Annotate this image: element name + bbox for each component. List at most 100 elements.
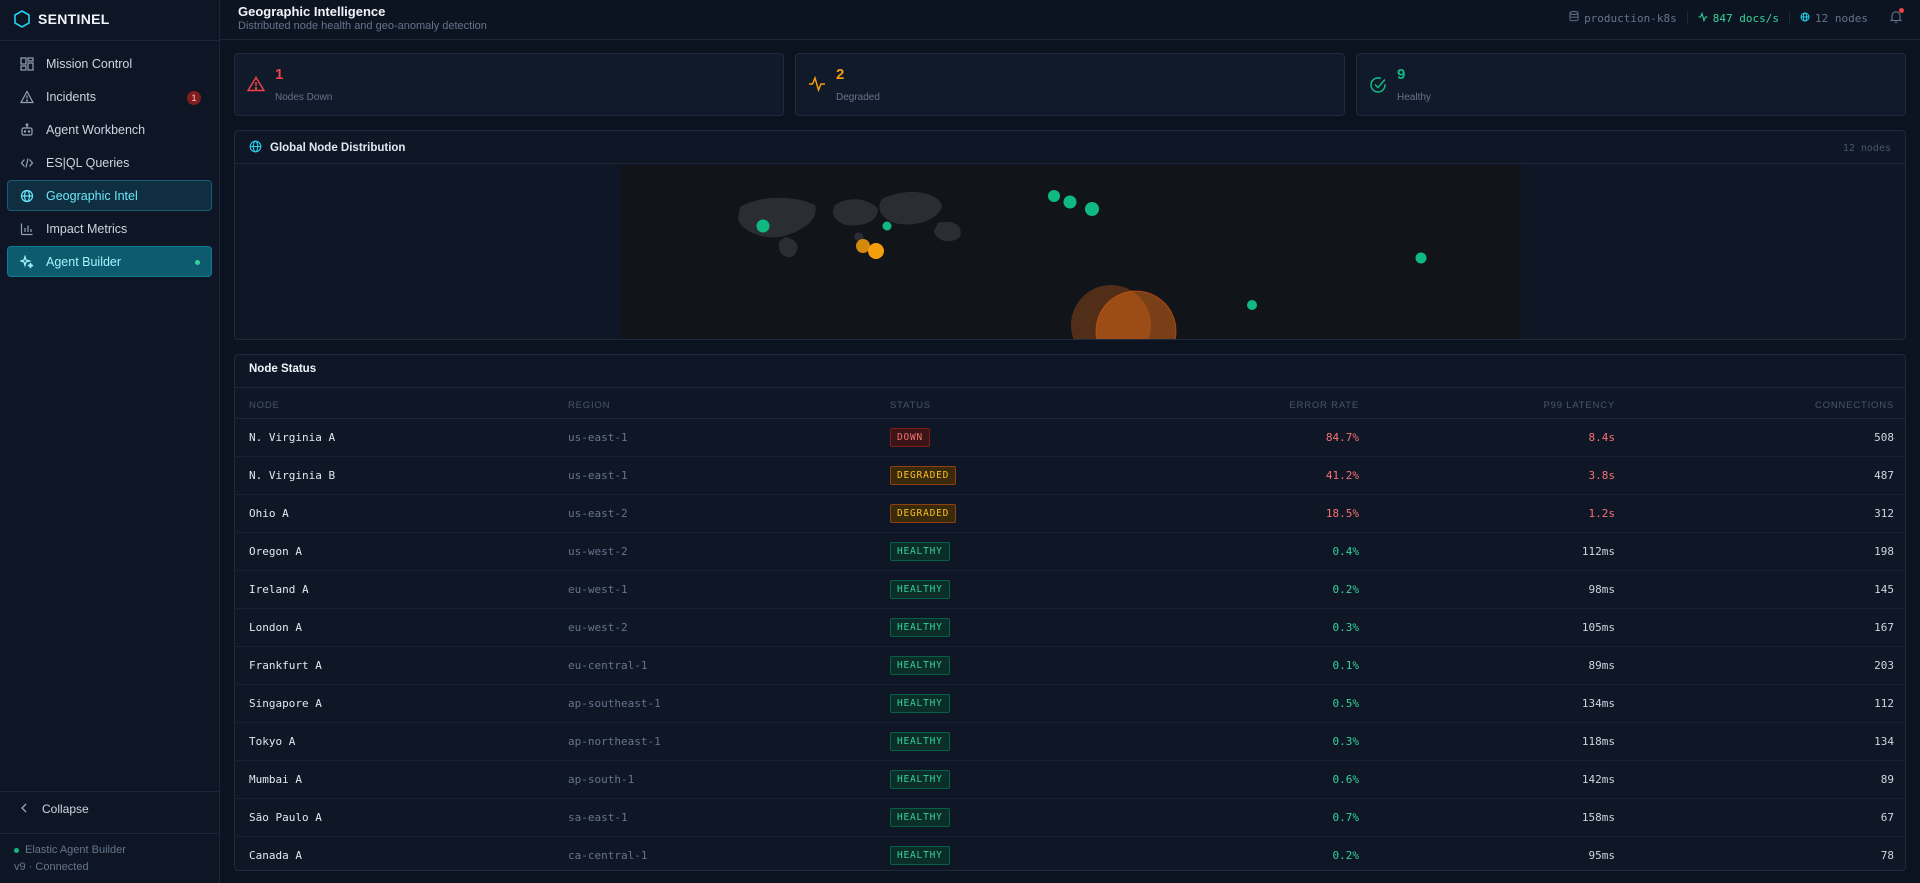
error-rate: 0.3% [1332, 735, 1360, 748]
product-name: Elastic Agent Builder [25, 844, 126, 856]
table-row[interactable]: Ireland A eu-west-1 HEALTHY 0.2% 98ms 145 [235, 571, 1905, 609]
region: us-west-2 [568, 545, 628, 558]
error-rate: 0.5% [1332, 697, 1360, 710]
sidebar-item-agent-workbench[interactable]: Agent Workbench [7, 114, 212, 145]
node-marker-degraded [868, 243, 884, 259]
sidebar-item-geographic-intel[interactable]: Geographic Intel [7, 180, 212, 211]
p99-latency: 118ms [1581, 735, 1615, 748]
panel-title: Node Status [249, 363, 317, 375]
table-row[interactable]: Canada A ca-central-1 HEALTHY 0.2% 95ms 78 [235, 837, 1905, 870]
status-badge: HEALTHY [890, 846, 950, 865]
stat-value: 9 [1397, 66, 1406, 83]
landmass-asia [879, 192, 942, 225]
sidebar-item-esql-queries[interactable]: ES|QL Queries [7, 147, 212, 178]
table-row[interactable]: São Paulo A sa-east-1 HEALTHY 0.7% 158ms 67 [235, 799, 1905, 837]
divider [0, 40, 219, 41]
p99-latency: 95ms [1588, 849, 1616, 862]
table-row[interactable]: N. Virginia A us-east-1 DOWN 84.7% 8.4s 508 [235, 419, 1905, 457]
status-badge: HEALTHY [890, 542, 950, 561]
table-row[interactable]: Singapore A ap-southeast-1 HEALTHY 0.5% 134m… [235, 685, 1905, 723]
table-row[interactable]: Tokyo A ap-northeast-1 HEALTHY 0.3% 118ms 134 [235, 723, 1905, 761]
cluster-chip[interactable]: production-k8s [1569, 11, 1677, 25]
chevron-left-icon [20, 802, 28, 816]
collapse-label: Collapse [42, 802, 89, 816]
dashboard-icon [19, 56, 35, 72]
sidebar-item-impact-metrics[interactable]: Impact Metrics [7, 213, 212, 244]
status-badge: DEGRADED [890, 504, 957, 523]
status-cell: HEALTHY [890, 770, 950, 789]
sidebar-item-mission-control[interactable]: Mission Control [7, 48, 212, 79]
column-header-connections[interactable]: CONNECTIONS [1815, 400, 1894, 411]
node-name: Mumbai A [249, 773, 302, 786]
table-row[interactable]: Frankfurt A eu-central-1 HEALTHY 0.1% 89ms 20… [235, 647, 1905, 685]
version-status: v9 · Connected [14, 861, 89, 873]
divider [0, 791, 219, 792]
connections: 134 [1874, 735, 1894, 748]
table-row[interactable]: Mumbai A ap-south-1 HEALTHY 0.6% 142ms 89 [235, 761, 1905, 799]
status-cell: HEALTHY [890, 694, 950, 713]
node-name: Canada A [249, 849, 302, 862]
region: sa-east-1 [568, 811, 628, 824]
stat-card-healthy: 9 Healthy [1356, 53, 1906, 116]
node-name: Frankfurt A [249, 659, 322, 672]
p99-latency: 98ms [1588, 583, 1616, 596]
sidebar-item-label: Incidents [46, 89, 97, 104]
activity-icon [808, 75, 826, 95]
error-rate: 0.2% [1332, 849, 1360, 862]
error-rate: 0.7% [1332, 811, 1360, 824]
status-cell: DEGRADED [890, 504, 957, 523]
database-icon [1569, 11, 1579, 25]
node-name: Oregon A [249, 545, 302, 558]
landmass-south-asia [934, 221, 961, 242]
connections: 312 [1874, 507, 1894, 520]
status-cell: HEALTHY [890, 732, 950, 751]
connections: 167 [1874, 621, 1894, 634]
p99-latency: 112ms [1581, 545, 1615, 558]
node-marker-healthy [1085, 202, 1099, 216]
node-name: Ohio A [249, 507, 289, 520]
node-marker-healthy [1063, 195, 1077, 209]
sidebar-item-incidents[interactable]: Incidents 1 [7, 81, 212, 112]
table-row[interactable]: Oregon A us-west-2 HEALTHY 0.4% 112ms 198 [235, 533, 1905, 571]
table-row[interactable]: N. Virginia B us-east-1 DEGRADED 41.2% 3.8s 4… [235, 457, 1905, 495]
node-status-panel: Node Status NODE REGION STATUS ERROR RAT… [234, 354, 1906, 871]
activity-icon [1698, 11, 1708, 25]
notifications-button[interactable] [1889, 8, 1904, 26]
status-badge: DEGRADED [890, 466, 957, 485]
column-header-p99-latency[interactable]: P99 LATENCY [1544, 400, 1615, 411]
node-count: 12 nodes [1815, 11, 1868, 25]
region: us-east-1 [568, 469, 628, 482]
table-header: NODE REGION STATUS ERROR RATE P99 LATENC… [235, 389, 1905, 419]
sidebar-item-agent-builder[interactable]: Agent Builder [7, 246, 212, 277]
node-count-chip: 12 nodes [1800, 12, 1868, 25]
column-header-region[interactable]: REGION [568, 400, 610, 411]
region: eu-west-2 [568, 621, 628, 634]
code-icon [19, 155, 35, 171]
divider [1789, 12, 1791, 24]
p99-latency: 158ms [1581, 811, 1615, 824]
sidebar-item-label: Geographic Intel [46, 188, 138, 203]
p99-latency: 1.2s [1588, 507, 1616, 520]
status-badge: HEALTHY [890, 656, 950, 675]
landmass-central-america [778, 237, 798, 258]
divider [235, 387, 1905, 388]
column-header-status[interactable]: STATUS [890, 400, 931, 411]
throughput-value: 847 docs/s [1712, 11, 1780, 25]
sidebar-item-label: Impact Metrics [46, 221, 128, 236]
divider [235, 163, 1905, 164]
collapse-button[interactable]: Collapse [20, 802, 89, 816]
panel-header: Global Node Distribution [249, 140, 405, 156]
world-map[interactable] [620, 165, 1521, 339]
stat-label: Healthy [1397, 92, 1431, 103]
table-row[interactable]: Ohio A us-east-2 DEGRADED 18.5% 1.2s 312 [235, 495, 1905, 533]
connections: 112 [1874, 697, 1894, 710]
region: ap-northeast-1 [568, 735, 661, 748]
sidebar-item-label: Agent Builder [46, 254, 122, 269]
status-cell: DEGRADED [890, 466, 957, 485]
live-indicator-dot [195, 260, 200, 265]
connections: 67 [1880, 811, 1894, 824]
column-header-node[interactable]: NODE [249, 400, 280, 411]
stat-value: 2 [836, 66, 845, 83]
column-header-error-rate[interactable]: ERROR RATE [1289, 400, 1359, 411]
table-row[interactable]: London A eu-west-2 HEALTHY 0.3% 105ms 167 [235, 609, 1905, 647]
